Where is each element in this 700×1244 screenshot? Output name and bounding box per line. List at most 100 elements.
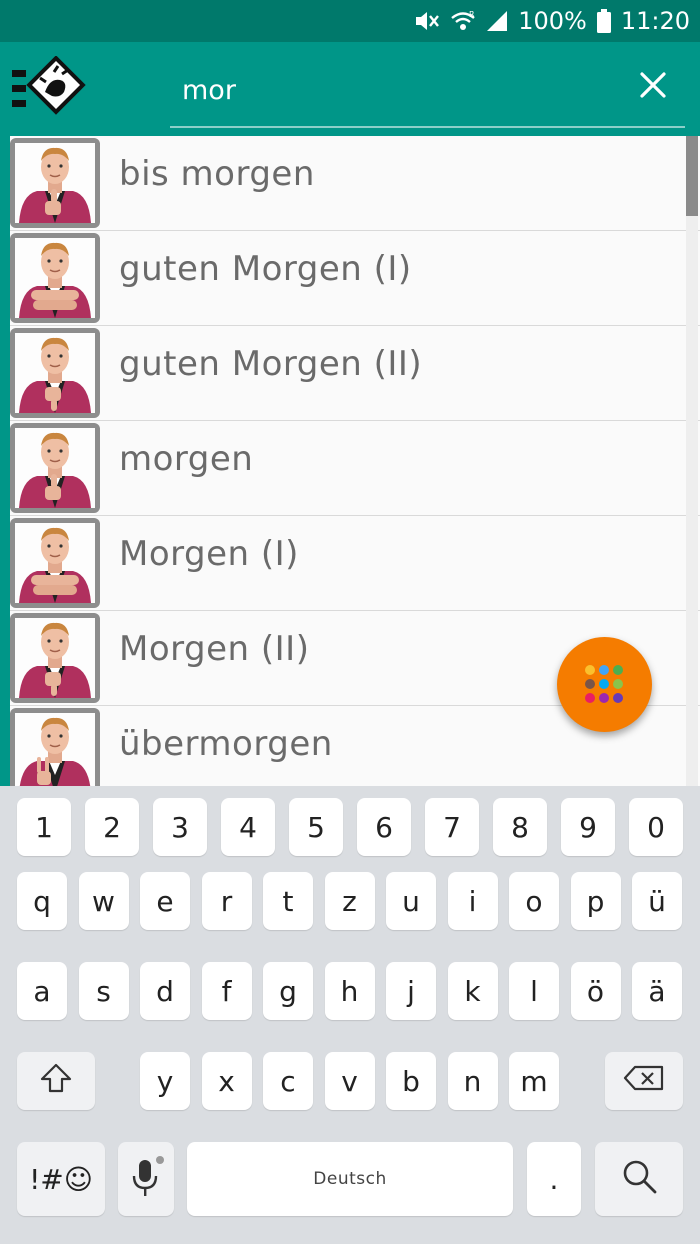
- sign-language-logo[interactable]: [10, 55, 86, 122]
- close-button[interactable]: [630, 64, 676, 110]
- key-w[interactable]: w: [78, 872, 129, 930]
- microphone-icon: [126, 1154, 166, 1205]
- signer-image: [15, 428, 95, 508]
- search-icon: [619, 1156, 659, 1203]
- key-q[interactable]: q: [17, 872, 67, 930]
- battery-text: 100%: [518, 7, 587, 35]
- signer-image: [15, 143, 95, 223]
- result-label: bis morgen: [119, 154, 315, 194]
- key-t[interactable]: t: [263, 872, 313, 930]
- signer-image: [15, 713, 95, 786]
- key-v[interactable]: v: [324, 1052, 375, 1110]
- result-label: guten Morgen (I): [119, 249, 412, 289]
- signal-icon: [486, 9, 508, 33]
- app-bar: [0, 42, 700, 136]
- key-5[interactable]: 5: [289, 798, 343, 856]
- status-bar: R 100% 11:20: [0, 0, 700, 42]
- key-l[interactable]: l: [509, 962, 559, 1020]
- key-f[interactable]: f: [201, 962, 252, 1020]
- voice-input-key[interactable]: [118, 1142, 174, 1216]
- grid-dot: [585, 679, 595, 689]
- signer-image: [15, 523, 95, 603]
- grid-dot: [599, 665, 609, 675]
- sign-video-thumbnail: [10, 138, 100, 228]
- key-b[interactable]: b: [386, 1052, 436, 1110]
- space-key-label: Deutsch: [313, 1169, 387, 1189]
- result-row[interactable]: morgen: [10, 421, 700, 516]
- grid-dot: [585, 665, 595, 675]
- key-7[interactable]: 7: [425, 798, 479, 856]
- search-input[interactable]: [170, 66, 685, 114]
- search-key[interactable]: [595, 1142, 683, 1216]
- result-row[interactable]: guten Morgen (I): [10, 231, 700, 326]
- result-label: übermorgen: [119, 724, 333, 764]
- key-8[interactable]: 8: [493, 798, 547, 856]
- grid-menu-icon: [585, 665, 623, 703]
- key-m[interactable]: m: [509, 1052, 559, 1110]
- grid-dot: [613, 665, 623, 675]
- wifi-icon: R: [450, 9, 476, 33]
- key-n[interactable]: n: [447, 1052, 498, 1110]
- key-k[interactable]: k: [447, 962, 498, 1020]
- grid-dot: [613, 693, 623, 703]
- sign-video-thumbnail: [10, 328, 100, 418]
- key-0[interactable]: 0: [629, 798, 683, 856]
- status-icons: R 100% 11:20: [414, 6, 690, 36]
- result-row[interactable]: Morgen (I): [10, 516, 700, 611]
- key-ü[interactable]: ü: [632, 872, 682, 930]
- key-h[interactable]: h: [324, 962, 375, 1020]
- key-9[interactable]: 9: [561, 798, 615, 856]
- result-row[interactable]: guten Morgen (II): [10, 326, 700, 421]
- key-e[interactable]: e: [140, 872, 190, 930]
- signer-image: [15, 238, 95, 318]
- sign-video-thumbnail: [10, 708, 100, 786]
- key-i[interactable]: i: [447, 872, 498, 930]
- mute-icon: [414, 9, 440, 33]
- backspace-key[interactable]: [605, 1052, 683, 1110]
- key-s[interactable]: s: [78, 962, 129, 1020]
- key-d[interactable]: d: [140, 962, 190, 1020]
- signer-image: [15, 618, 95, 698]
- grid-dot: [599, 693, 609, 703]
- key-2[interactable]: 2: [85, 798, 139, 856]
- result-label: Morgen (I): [119, 534, 299, 574]
- period-key[interactable]: .: [527, 1142, 581, 1216]
- result-label: Morgen (II): [119, 629, 310, 669]
- clock: 11:20: [620, 7, 690, 35]
- svg-text:R: R: [469, 10, 475, 19]
- result-label: guten Morgen (II): [119, 344, 423, 384]
- key-g[interactable]: g: [263, 962, 313, 1020]
- scrollbar-track[interactable]: [686, 136, 698, 786]
- scrollbar-thumb[interactable]: [686, 136, 698, 216]
- space-key[interactable]: Deutsch: [187, 1142, 513, 1216]
- sign-video-thumbnail: [10, 518, 100, 608]
- key-r[interactable]: r: [201, 872, 252, 930]
- grid-dot: [585, 693, 595, 703]
- key-4[interactable]: 4: [221, 798, 275, 856]
- key-u[interactable]: u: [386, 872, 436, 930]
- key-j[interactable]: j: [386, 962, 436, 1020]
- key-a[interactable]: a: [17, 962, 67, 1020]
- key-z[interactable]: z: [324, 872, 375, 930]
- grid-dot: [599, 679, 609, 689]
- key-o[interactable]: o: [509, 872, 559, 930]
- key-ö[interactable]: ö: [570, 962, 621, 1020]
- symbols-key[interactable]: !#☺: [17, 1142, 105, 1216]
- key-y[interactable]: y: [140, 1052, 190, 1110]
- result-row[interactable]: bis morgen: [10, 136, 700, 231]
- key-c[interactable]: c: [263, 1052, 313, 1110]
- key-3[interactable]: 3: [153, 798, 207, 856]
- grid-menu-button[interactable]: [557, 637, 652, 732]
- sign-video-thumbnail: [10, 613, 100, 703]
- close-icon: [640, 72, 666, 102]
- battery-icon: [596, 9, 611, 33]
- shift-key[interactable]: [17, 1052, 95, 1110]
- grid-dot: [613, 679, 623, 689]
- key-x[interactable]: x: [201, 1052, 252, 1110]
- search-underline: [170, 126, 685, 128]
- on-screen-keyboard: 1 2 3 4 5 6 7 8 9 0 q w e r t z u i o p ü a s d f g h j k l ö ä y x c v b n m!…: [0, 786, 700, 1244]
- key-6[interactable]: 6: [357, 798, 411, 856]
- key-ä[interactable]: ä: [632, 962, 682, 1020]
- key-1[interactable]: 1: [17, 798, 71, 856]
- key-p[interactable]: p: [570, 872, 621, 930]
